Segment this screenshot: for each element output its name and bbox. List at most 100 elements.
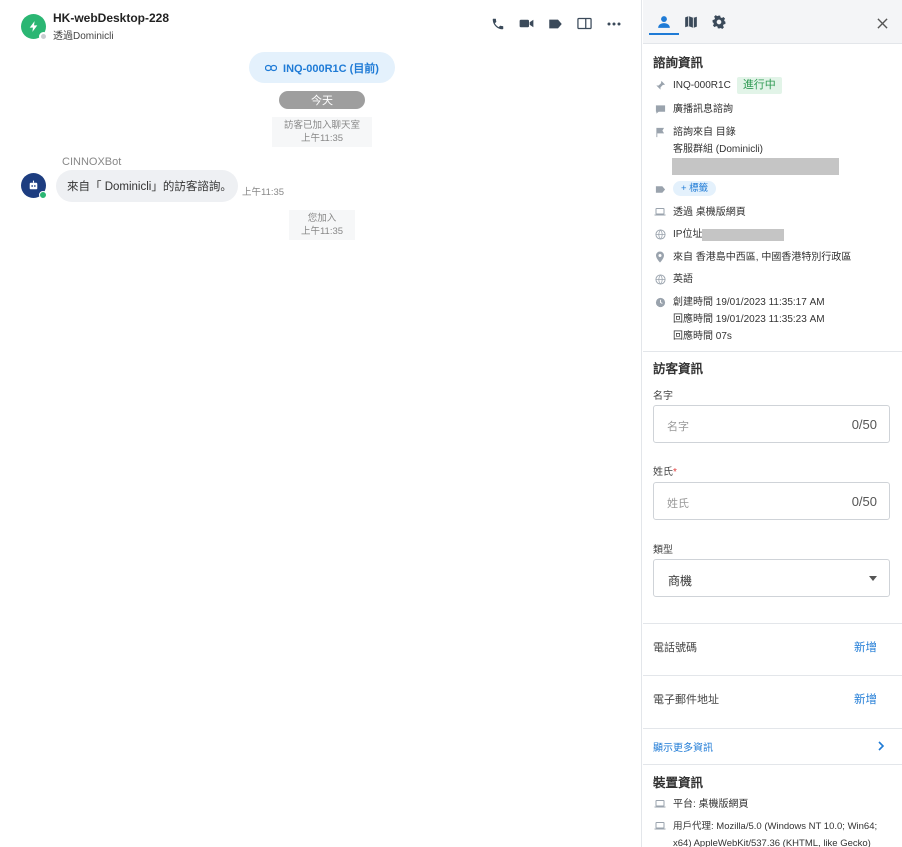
system-message-text: 您加入	[307, 213, 337, 224]
add-email-button[interactable]: 新增	[854, 691, 877, 707]
inquiry-id: INQ-000R1C	[673, 80, 731, 91]
channel-row: 透過 桌機版網頁	[653, 204, 893, 221]
tag-row: + 標籤	[653, 181, 893, 196]
laptop-icon	[653, 797, 667, 811]
user-agent-row: 用戶代理: Mozilla/5.0 (Windows NT 10.0; Win6…	[653, 818, 893, 847]
system-message-visitor-joined: 訪客已加入聊天室 上午11:35	[272, 117, 372, 147]
panel-tab-bar	[643, 0, 902, 44]
header-actions	[489, 15, 622, 32]
split-view-icon[interactable]	[576, 15, 593, 32]
active-tab-indicator	[649, 33, 679, 35]
app-window: HK-webDesktop-228 透過Dominicli INQ-000R1C…	[0, 0, 902, 847]
required-mark: *	[673, 467, 677, 478]
time-info: 創建時間 19/01/2023 11:35:17 AM 回應時間 19/01/2…	[673, 294, 825, 345]
first-name-placeholder: 名字	[667, 421, 689, 433]
contact-channel: 透過Dominicli	[53, 31, 114, 42]
first-name-field[interactable]: 名字 0/50	[653, 405, 890, 443]
link-icon	[265, 64, 278, 71]
phone-label: 電話號碼	[653, 642, 697, 654]
divider	[643, 351, 902, 352]
inquiry-link-label: INQ-000R1C (目前)	[283, 62, 379, 75]
close-icon[interactable]	[874, 15, 890, 31]
show-more-link[interactable]: 顯示更多資訊	[653, 739, 713, 754]
bot-message-time: 上午11:35	[242, 187, 285, 198]
phone-icon[interactable]	[489, 15, 506, 32]
response-duration: 回應時間 07s	[673, 331, 732, 342]
user-agent-line1: 用戶代理: Mozilla/5.0 (Windows NT 10.0; Win6…	[673, 821, 878, 832]
system-message-time: 上午11:35	[300, 133, 344, 144]
inquiry-source-row: 諮詢來自 目錄 客服群組 (Dominicli)	[653, 124, 893, 158]
last-name-placeholder: 姓氏	[667, 498, 689, 510]
chevron-right-icon[interactable]	[876, 741, 886, 751]
inquiry-type: 廣播訊息諮詢	[673, 104, 733, 115]
add-phone-button[interactable]: 新增	[854, 639, 877, 655]
flag-icon	[653, 125, 667, 139]
created-time: 創建時間 19/01/2023 11:35:17 AM	[673, 297, 825, 308]
contact-avatar[interactable]	[21, 14, 48, 41]
inquiry-source-line2: 客服群組 (Dominicli)	[673, 144, 763, 155]
user-agent-line2: x64) AppleWebKit/537.36 (KHTML, like Gec…	[673, 838, 871, 847]
channel-text: 透過 桌機版網頁	[673, 207, 746, 218]
robot-icon	[29, 180, 38, 190]
category-label: 類型	[653, 545, 673, 556]
bot-avatar	[21, 173, 47, 199]
divider	[643, 675, 902, 676]
date-separator: 今天	[279, 91, 365, 109]
video-icon[interactable]	[518, 15, 535, 32]
bot-message-bubble: 來自「 Dominicli」的訪客諮詢。	[56, 170, 238, 202]
status-badge: 進行中	[736, 77, 782, 94]
broadcast-icon	[653, 102, 667, 116]
user-icon[interactable]	[654, 12, 674, 32]
device-section-title: 裝置資訊	[653, 776, 704, 790]
last-name-label-text: 姓氏	[653, 467, 673, 478]
tag-icon[interactable]	[547, 15, 564, 32]
more-icon[interactable]	[605, 15, 622, 32]
contact-name: HK-webDesktop-228	[53, 11, 170, 25]
language-text: 英語	[673, 274, 693, 285]
language-row: 英語	[653, 271, 893, 288]
last-name-label: 姓氏*	[653, 463, 677, 478]
location-row: 來自 香港島中西區, 中國香港特別行政區	[653, 249, 893, 266]
location-text: 來自 香港島中西區, 中國香港特別行政區	[673, 252, 852, 263]
user-agent: 用戶代理: Mozilla/5.0 (Windows NT 10.0; Win6…	[673, 818, 877, 847]
lightning-icon	[29, 21, 38, 32]
first-name-counter: 0/50	[851, 417, 877, 432]
presence-dot	[39, 32, 48, 41]
system-message-you-joined: 您加入 上午11:35	[289, 210, 355, 240]
chevron-down-icon	[869, 576, 877, 581]
divider	[643, 623, 902, 624]
tag-icon	[653, 182, 667, 196]
inquiry-link-pill[interactable]: INQ-000R1C (目前)	[249, 52, 395, 83]
divider	[643, 728, 902, 729]
presence-dot	[39, 191, 47, 199]
inquiry-type-row: 廣播訊息諮詢	[653, 101, 893, 118]
last-name-counter: 0/50	[851, 494, 877, 509]
laptop-icon	[653, 205, 667, 219]
last-name-field[interactable]: 姓氏 0/50	[653, 482, 890, 520]
inquiry-source: 諮詢來自 目錄 客服群組 (Dominicli)	[673, 124, 763, 158]
redacted-block	[672, 158, 839, 175]
redacted-ip	[702, 229, 784, 241]
gear-icon[interactable]	[709, 12, 729, 32]
email-label: 電子郵件地址	[653, 694, 719, 706]
category-select[interactable]: 商機	[653, 559, 890, 597]
platform-text: 平台: 桌機版網頁	[673, 799, 749, 810]
laptop-icon	[653, 819, 667, 833]
system-message-text: 訪客已加入聊天室	[283, 120, 360, 131]
visitor-section-title: 訪客資訊	[653, 362, 704, 376]
bot-sender-name: CINNOXBot	[62, 156, 122, 168]
map-icon[interactable]	[681, 12, 701, 32]
inquiry-info-panel: 諮詢資訊 INQ-000R1C 進行中 廣播訊息諮詢 諮詢來自 目錄 客服群組 …	[643, 0, 902, 847]
responded-time: 回應時間 19/01/2023 11:35:23 AM	[673, 314, 825, 325]
chat-header: HK-webDesktop-228 透過Dominicli	[0, 0, 642, 46]
divider	[643, 764, 902, 765]
add-tag-button[interactable]: + 標籤	[673, 181, 717, 196]
ip-label: IP位址	[673, 229, 703, 240]
location-pin-icon	[653, 250, 667, 264]
platform-row: 平台: 桌機版網頁	[653, 796, 893, 813]
system-message-time: 上午11:35	[300, 226, 344, 237]
inquiry-section-title: 諮詢資訊	[653, 56, 704, 70]
inquiry-id-row: INQ-000R1C 進行中	[653, 77, 893, 94]
clock-icon	[653, 295, 667, 309]
time-row: 創建時間 19/01/2023 11:35:17 AM 回應時間 19/01/2…	[653, 294, 893, 345]
